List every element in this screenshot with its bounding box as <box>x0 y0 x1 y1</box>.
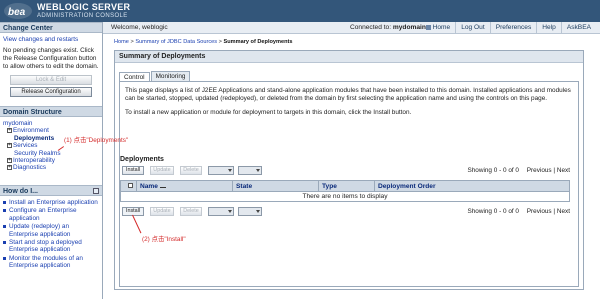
console-header: bea WEBLOGIC SERVER ADMINISTRATION CONSO… <box>0 0 600 22</box>
change-center-message: No pending changes exist. Click the Rele… <box>3 47 99 70</box>
previous-link[interactable]: Previous <box>527 208 552 215</box>
select-all-header[interactable] <box>120 180 137 192</box>
how-do-i-panel: How do I... Install an Enterprise applic… <box>0 185 102 274</box>
svg-text:bea: bea <box>8 7 26 18</box>
page-title: Summary of Deployments <box>115 51 583 63</box>
how-do-i-list: Install an Enterprise application Config… <box>0 196 102 274</box>
left-sidebar: Change Center View changes and restarts … <box>0 22 103 299</box>
next-link[interactable]: Next <box>557 167 570 174</box>
chevron-down-icon <box>228 210 232 213</box>
deployments-table: Name State Type Deployment Order There a… <box>120 180 570 202</box>
expand-icon[interactable]: + <box>7 165 12 171</box>
how-do-i-item[interactable]: Install an Enterprise application <box>3 199 99 206</box>
start-dropdown[interactable] <box>208 207 234 216</box>
domain-structure-title: Domain Structure <box>0 106 102 117</box>
column-type[interactable]: Type <box>318 180 375 192</box>
breadcrumb-separator: > <box>130 39 134 45</box>
home-link[interactable]: Home <box>421 22 456 34</box>
description-text: This page displays a list of J2EE Applic… <box>125 87 571 102</box>
previous-link[interactable]: Previous <box>527 167 552 174</box>
chevron-down-icon <box>256 210 260 213</box>
table-header-row: Name State Type Deployment Order <box>120 180 570 192</box>
table-row: There are no items to display <box>120 191 570 202</box>
breadcrumb-home[interactable]: Home <box>114 39 129 45</box>
tree-item-diagnostics[interactable]: + Diagnostics <box>3 164 99 171</box>
tree-item-environment[interactable]: + Environment <box>3 127 99 134</box>
column-deployment-order[interactable]: Deployment Order <box>374 180 570 192</box>
preferences-link[interactable]: Preferences <box>489 22 537 34</box>
update-button[interactable]: Update <box>150 166 174 175</box>
table-toolbar-top: Install Update Delete Showing 0 - 0 of 0… <box>120 165 570 177</box>
askbea-link[interactable]: AskBEA <box>560 22 596 34</box>
expand-icon[interactable]: + <box>7 157 12 163</box>
showing-count: Showing 0 - 0 of 0 <box>467 167 519 174</box>
chevron-down-icon <box>256 169 260 172</box>
stop-dropdown[interactable] <box>238 166 262 175</box>
change-center-body: View changes and restarts No pending cha… <box>0 33 102 100</box>
breadcrumb-separator: > <box>218 39 222 45</box>
connected-label: Connected to: <box>350 24 392 31</box>
expand-icon[interactable]: + <box>7 128 12 134</box>
breadcrumb-jdbc[interactable]: Summary of JDBC Data Sources <box>135 39 217 45</box>
change-center-title: Change Center <box>0 22 102 33</box>
panel-toggle-icon[interactable] <box>93 188 99 194</box>
how-do-i-title: How do I... <box>0 185 102 196</box>
connected-info: Connected to: mydomain <box>350 22 426 34</box>
tab-monitoring[interactable]: Monitoring <box>150 71 191 81</box>
select-all-checkbox[interactable] <box>127 182 133 188</box>
release-configuration-button[interactable]: Release Configuration <box>10 87 92 97</box>
how-do-i-item[interactable]: Start and stop a deployed Enterprise app… <box>3 239 99 254</box>
product-title: WEBLOGIC SERVER <box>37 2 131 12</box>
column-state[interactable]: State <box>232 180 319 192</box>
breadcrumb: Home > Summary of JDBC Data Sources > Su… <box>114 39 293 45</box>
column-name[interactable]: Name <box>136 180 233 192</box>
tab-bar: Control Monitoring <box>119 71 191 82</box>
logout-link[interactable]: Log Out <box>455 22 489 34</box>
help-link[interactable]: Help <box>536 22 561 34</box>
breadcrumb-current: Summary of Deployments <box>223 39 293 45</box>
how-do-i-item[interactable]: Update (redeploy) an Enterprise applicat… <box>3 223 99 238</box>
stop-dropdown[interactable] <box>238 207 262 216</box>
delete-button[interactable]: Delete <box>180 166 202 175</box>
pagination-top: Showing 0 - 0 of 0 Previous | Next <box>467 167 570 174</box>
annotation-step2: (2) 点击"Install" <box>142 236 186 243</box>
start-dropdown[interactable] <box>208 166 234 175</box>
expand-icon[interactable]: + <box>7 143 12 149</box>
chevron-down-icon <box>228 169 232 172</box>
deployments-title: Deployments <box>120 156 164 163</box>
domain-tree: mydomain + Environment Deployments + Servi… <box>0 117 102 177</box>
showing-count: Showing 0 - 0 of 0 <box>467 208 519 215</box>
how-do-i-item[interactable]: Configure an Enterprise application <box>3 207 99 222</box>
deployments-table-section: Deployments Install Update Delete Showin… <box>120 156 570 238</box>
table-toolbar-bottom: Install Update Delete Showing 0 - 0 of 0… <box>120 206 570 218</box>
lock-edit-button[interactable]: Lock & Edit <box>10 75 92 85</box>
tree-item-security-realms[interactable]: Security Realms <box>3 150 99 157</box>
empty-message: There are no items to display <box>120 191 570 202</box>
delete-button[interactable]: Delete <box>180 207 202 216</box>
view-changes-link[interactable]: View changes and restarts <box>3 36 99 44</box>
main-panel: Summary of Deployments Control Monitorin… <box>114 50 584 290</box>
home-icon <box>425 24 431 30</box>
top-nav-links: Home Log Out Preferences Help AskBEA <box>421 22 596 34</box>
pagination-bottom: Showing 0 - 0 of 0 Previous | Next <box>467 208 570 215</box>
bea-logo: bea <box>4 3 32 19</box>
product-subtitle: ADMINISTRATION CONSOLE <box>37 13 128 19</box>
next-link[interactable]: Next <box>557 208 570 215</box>
update-button[interactable]: Update <box>150 207 174 216</box>
top-nav-bar: Welcome, weblogic Connected to: mydomain… <box>103 22 600 34</box>
welcome-text: Welcome, weblogic <box>111 24 168 31</box>
how-do-i-item[interactable]: Monitor the modules of an Enterprise app… <box>3 255 99 270</box>
annotation-step1: (1) 点击"Deployments" <box>64 137 129 144</box>
install-button[interactable]: Install <box>122 166 144 175</box>
install-instructions: To install a new application or module f… <box>125 109 412 116</box>
sort-icon <box>159 185 166 188</box>
